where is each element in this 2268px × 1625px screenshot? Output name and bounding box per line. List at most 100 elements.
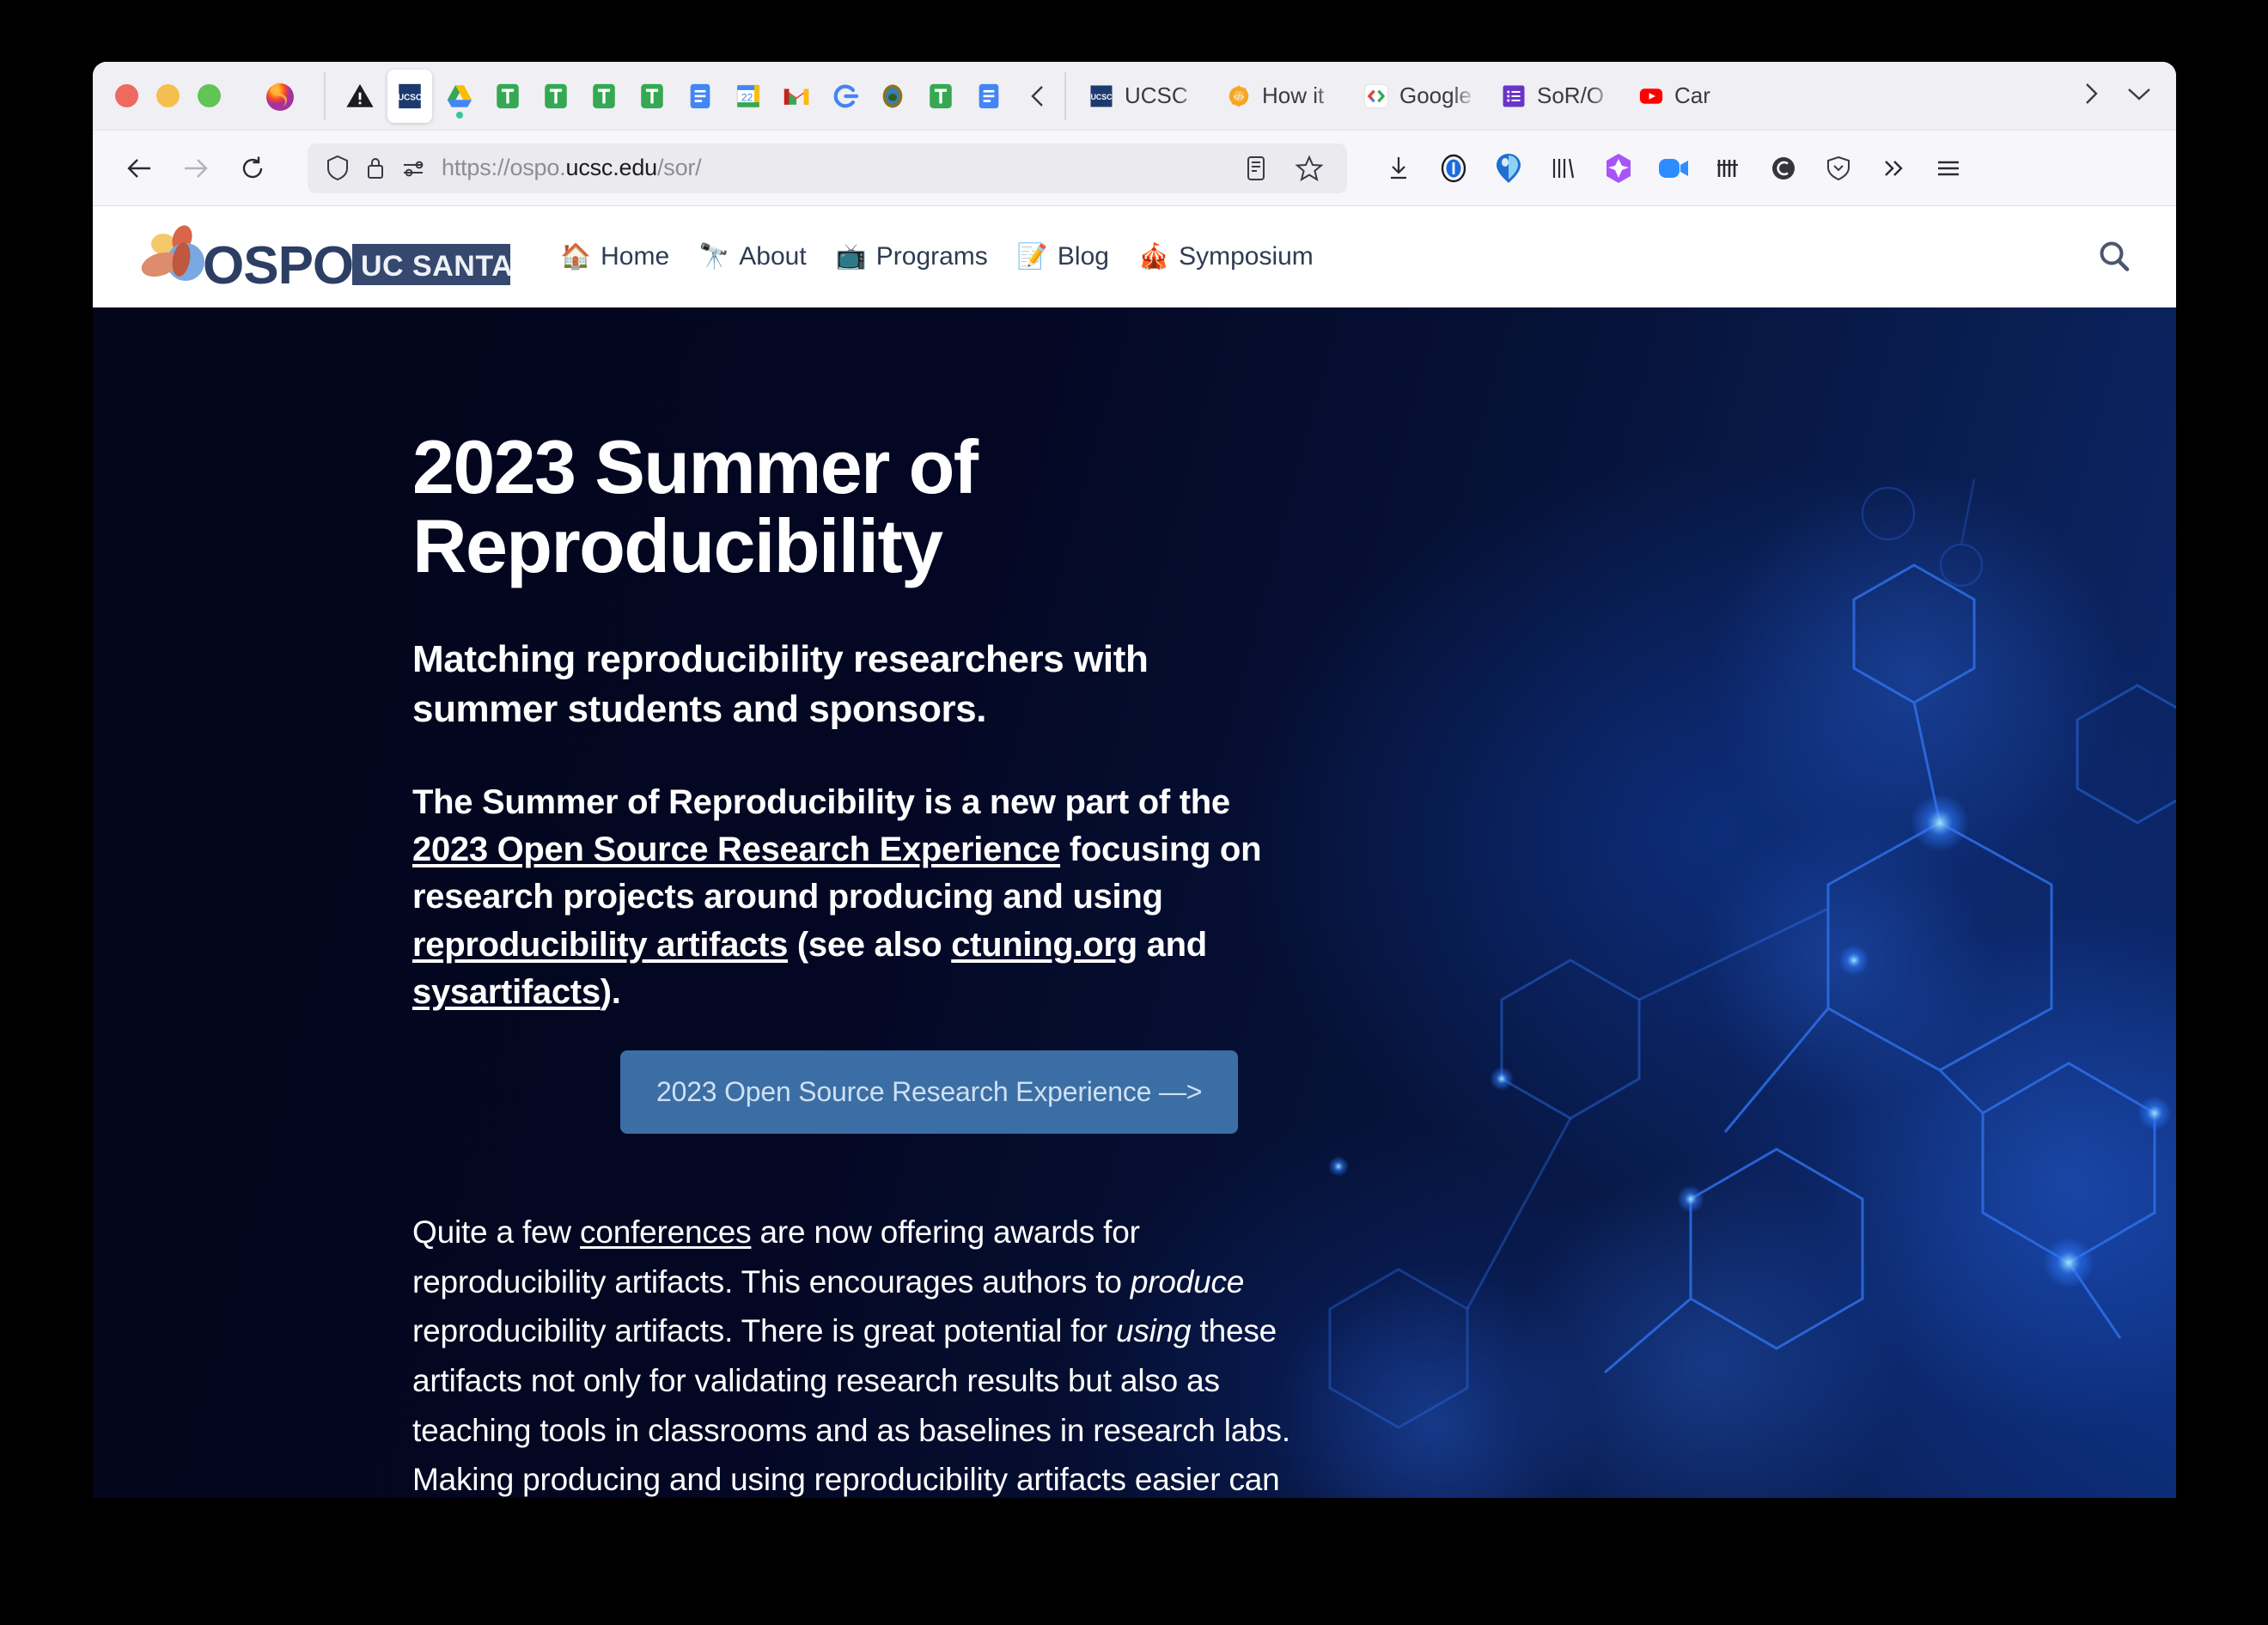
hero-body-paragraph: Quite a few conferences are now offering… xyxy=(412,1208,1323,1498)
library-icon[interactable] xyxy=(1545,149,1582,187)
copy-c-icon[interactable] xyxy=(1765,149,1802,187)
shield-icon[interactable] xyxy=(325,154,351,183)
tab-label: UCSC xyxy=(1125,82,1202,109)
link-2023-osre[interactable]: 2023 Open Source Research Experience xyxy=(412,831,1060,868)
tab-label: Car xyxy=(1674,82,1752,109)
tab-ucsc[interactable]: UCSC UCSC xyxy=(1076,70,1214,123)
tab-scroll-left-button[interactable] xyxy=(1021,82,1056,111)
browser-window: UCSC xyxy=(93,62,2176,1498)
sitenav-item-about[interactable]: 🔭 About xyxy=(698,242,807,271)
svg-text:UCSC: UCSC xyxy=(398,93,422,102)
permissions-icon[interactable] xyxy=(400,156,428,180)
tab-google[interactable]: Google xyxy=(1351,70,1489,123)
desktop-background: UCSC xyxy=(0,0,2268,1625)
menu-icon[interactable] xyxy=(1930,149,1967,187)
tab-sor[interactable]: SoR/O xyxy=(1489,70,1626,123)
pinned-tab-sheets-5[interactable] xyxy=(920,72,961,120)
reload-button[interactable] xyxy=(229,144,277,192)
pinned-tab-ucsc[interactable]: UCSC xyxy=(387,70,432,123)
osre-cta-button[interactable]: 2023 Open Source Research Experience —> xyxy=(620,1050,1238,1134)
sitenav-label: Home xyxy=(601,242,669,271)
sitenav-item-blog[interactable]: 📝 Blog xyxy=(1017,242,1109,271)
hero-subtitle: Matching reproducibility researchers wit… xyxy=(412,635,1289,734)
onepassword-icon[interactable] xyxy=(1435,149,1472,187)
body-emphasis-using: using xyxy=(1116,1313,1191,1348)
link-reproducibility-artifacts[interactable]: reproducibility artifacts xyxy=(412,926,788,964)
pinned-tab-docs-1[interactable] xyxy=(680,72,721,120)
firefox-icon xyxy=(257,73,303,119)
search-icon[interactable] xyxy=(2090,233,2138,281)
pinned-tab-sheets-1[interactable] xyxy=(487,72,528,120)
maximize-button[interactable] xyxy=(198,84,221,107)
pinned-tab-calendar[interactable]: 22 xyxy=(728,72,769,120)
tab-strip-controls xyxy=(2078,79,2176,113)
pinned-tab-gmail[interactable] xyxy=(776,72,817,120)
pinned-tab-drive[interactable] xyxy=(439,72,480,120)
pinned-tab-sheets-4[interactable] xyxy=(631,72,673,120)
downloads-icon[interactable] xyxy=(1380,149,1418,187)
reader-view-icon[interactable] xyxy=(1235,148,1277,189)
pinned-tab-canvas[interactable] xyxy=(824,72,865,120)
pinned-tab-sheets-2[interactable] xyxy=(535,72,576,120)
barcode-icon[interactable] xyxy=(1710,149,1747,187)
pinned-tab-docs-2[interactable] xyxy=(968,72,1009,120)
window-controls xyxy=(115,84,221,107)
sitenav-item-home[interactable]: 🏠 Home xyxy=(560,242,669,271)
zotero-icon[interactable] xyxy=(1600,149,1637,187)
url-bar-actions xyxy=(1235,148,1330,189)
circus-tent-icon: 🎪 xyxy=(1138,245,1169,270)
sitenav-item-symposium[interactable]: 🎪 Symposium xyxy=(1138,242,1314,271)
zoom-icon[interactable] xyxy=(1655,149,1692,187)
sitenav-item-programs[interactable]: 📺 Programs xyxy=(836,242,988,271)
hero-section: 2023 Summer of Reproducibility Matching … xyxy=(93,307,2176,1498)
lead-text-3: (see also xyxy=(788,926,951,964)
grammarly-icon[interactable] xyxy=(1490,149,1527,187)
forward-button[interactable] xyxy=(172,144,220,192)
svg-text:OSPO: OSPO xyxy=(203,236,353,292)
link-ctuning[interactable]: ctuning.org xyxy=(951,926,1137,964)
back-button[interactable] xyxy=(115,144,163,192)
named-tabs: UCSC UCSC </> How it Google SoR/O C xyxy=(1076,70,2078,123)
url-bar[interactable]: https://ospo.ucsc.edu/sor/ xyxy=(308,143,1347,193)
sitenav-label: Programs xyxy=(876,242,988,271)
url-text: https://ospo.ucsc.edu/sor/ xyxy=(442,155,701,181)
body-emphasis-produce: produce xyxy=(1131,1264,1244,1299)
television-icon: 📺 xyxy=(836,245,867,270)
lead-text-5: ). xyxy=(601,973,621,1011)
extension-toolbar xyxy=(1380,149,1967,187)
lock-icon[interactable] xyxy=(364,155,387,182)
minimize-button[interactable] xyxy=(156,84,180,107)
body-text-3: reproducibility artifacts. There is grea… xyxy=(412,1313,1116,1348)
close-button[interactable] xyxy=(115,84,138,107)
tab-car[interactable]: Car xyxy=(1626,70,1764,123)
lead-text-4: and xyxy=(1137,926,1207,964)
tab-scroll-right-button[interactable] xyxy=(2078,79,2102,113)
link-conferences[interactable]: conferences xyxy=(580,1214,751,1250)
ospo-logo[interactable]: OSPO UC SANTA CRUZ xyxy=(132,227,510,287)
navigation-toolbar: https://ospo.ucsc.edu/sor/ xyxy=(93,131,2176,206)
svg-text:</>: </> xyxy=(1234,92,1245,100)
tab-label: SoR/O xyxy=(1537,82,1614,109)
memo-icon: 📝 xyxy=(1017,245,1048,270)
tab-how-it[interactable]: </> How it xyxy=(1214,70,1351,123)
cta-container: 2023 Open Source Research Experience —> xyxy=(620,1050,1467,1134)
list-all-tabs-button[interactable] xyxy=(2125,82,2154,109)
pinned-tab-warning[interactable] xyxy=(339,72,381,120)
body-text-1: Quite a few xyxy=(412,1214,580,1250)
hero-content: 2023 Summer of Reproducibility Matching … xyxy=(93,307,1467,1498)
house-icon: 🏠 xyxy=(560,245,591,270)
telescope-icon: 🔭 xyxy=(698,245,729,270)
svg-text:UCSC: UCSC xyxy=(1091,92,1113,100)
pocket-icon[interactable] xyxy=(1820,149,1857,187)
site-navigation: 🏠 Home 🔭 About 📺 Programs 📝 Blog 🎪 xyxy=(560,242,1314,271)
svg-text:22: 22 xyxy=(741,91,753,103)
tab-strip: UCSC xyxy=(93,62,2176,131)
page-title: 2023 Summer of Reproducibility xyxy=(412,428,1467,587)
bookmark-star-icon[interactable] xyxy=(1289,148,1330,189)
pinned-tabs: UCSC xyxy=(336,70,1013,123)
sitenav-label: Symposium xyxy=(1179,242,1314,271)
pinned-tab-sheets-3[interactable] xyxy=(583,72,625,120)
link-sysartifacts[interactable]: sysartifacts xyxy=(412,973,601,1011)
pinned-tab-seal[interactable] xyxy=(872,72,913,120)
overflow-icon[interactable] xyxy=(1875,149,1912,187)
